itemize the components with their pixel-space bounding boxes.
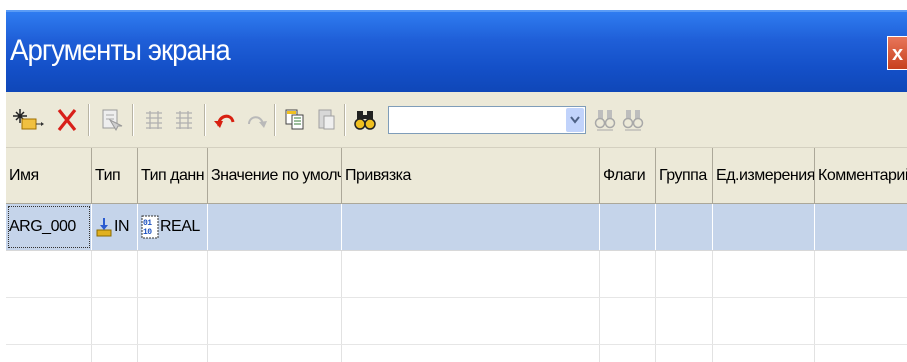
empty-cell[interactable] [342,298,600,344]
empty-cell[interactable] [208,345,342,362]
cell-comment[interactable] [815,204,907,250]
empty-cell[interactable] [92,251,138,297]
column-header-group[interactable]: Группа [656,148,713,203]
find-prev-button[interactable] [620,104,646,136]
grid-alt-button[interactable] [170,104,198,136]
cell-name[interactable]: ARG_000 [6,204,92,250]
cell-binding[interactable] [342,204,600,250]
empty-row[interactable] [6,345,907,362]
title-bar[interactable]: Аргументы экрана x [6,10,907,92]
close-button[interactable]: x [887,36,907,70]
svg-text:10: 10 [143,228,152,237]
redo-icon [248,116,267,128]
find-next-button[interactable] [592,104,618,136]
find-next-icon [594,110,616,131]
empty-cell[interactable] [6,251,92,297]
paste-button[interactable] [312,104,340,136]
toolbar-separator [88,104,90,136]
empty-cell[interactable] [713,298,815,344]
empty-cell[interactable] [600,345,656,362]
undo-icon [214,114,235,128]
empty-cell[interactable] [815,251,907,297]
empty-cell[interactable] [6,345,92,362]
empty-cell[interactable] [138,251,208,297]
copy-icon [285,109,304,130]
toolbar [6,92,907,148]
empty-cell[interactable] [92,298,138,344]
window-title: Аргументы экрана [10,34,231,67]
find-button[interactable] [350,104,382,136]
cell-type-label: IN [114,218,130,235]
empty-cell[interactable] [815,345,907,362]
empty-row[interactable] [6,251,907,298]
delete-icon [57,109,77,131]
column-header-type[interactable]: Тип [92,148,138,203]
toolbar-separator [204,104,206,136]
cell-unit[interactable] [713,204,815,250]
cell-flags[interactable] [600,204,656,250]
empty-cell[interactable] [713,251,815,297]
cell-data-type-label: REAL [160,218,200,235]
column-header-data-type[interactable]: Тип данн [138,148,208,203]
new-button[interactable] [10,104,50,136]
find-icon [354,111,376,130]
combo-dropdown-button[interactable] [566,108,584,132]
empty-cell[interactable] [656,298,713,344]
cell-group[interactable] [656,204,713,250]
delete-button[interactable] [52,104,82,136]
empty-cell[interactable] [138,345,208,362]
table-row[interactable]: ARG_000 IN 01 10 REAL [6,204,907,251]
toolbar-separator [274,104,276,136]
empty-cell[interactable] [208,298,342,344]
new-icon [13,109,44,130]
grid-button[interactable] [140,104,168,136]
column-header-default-value[interactable]: Значение по умолч [208,148,342,203]
column-header-name[interactable]: Имя [6,148,92,203]
empty-row[interactable] [6,298,907,345]
empty-cell[interactable] [342,345,600,362]
copy-button[interactable] [280,104,310,136]
paste-icon [318,109,335,130]
empty-cell[interactable] [600,251,656,297]
grid-header: Имя Тип Тип данн Значение по умолч Привя… [6,148,907,204]
cell-default-value[interactable] [208,204,342,250]
grid-alt-icon [176,111,192,129]
column-header-unit[interactable]: Ед.измерения [713,148,815,203]
column-header-binding[interactable]: Привязка [342,148,600,203]
redo-button[interactable] [242,104,270,136]
empty-cell[interactable] [815,298,907,344]
properties-icon [102,109,123,132]
window-top-edge [0,0,907,10]
empty-cell[interactable] [713,345,815,362]
svg-text:01: 01 [143,219,152,228]
empty-cell[interactable] [92,345,138,362]
undo-button[interactable] [210,104,240,136]
empty-cell[interactable] [656,345,713,362]
empty-cell[interactable] [6,298,92,344]
empty-cell[interactable] [138,298,208,344]
find-prev-icon [622,110,644,131]
cell-data-type[interactable]: 01 10 REAL [138,204,208,250]
cell-type[interactable]: IN [92,204,138,250]
input-arrow-icon [95,216,113,238]
empty-cell[interactable] [342,251,600,297]
chevron-down-icon [570,116,580,124]
grid-icon [146,111,162,129]
arguments-grid: Имя Тип Тип данн Значение по умолч Привя… [6,148,907,362]
properties-button[interactable] [96,104,126,136]
empty-cell[interactable] [208,251,342,297]
column-header-comment[interactable]: Комментарий [815,148,907,203]
binary-data-icon: 01 10 [141,215,159,239]
empty-cell[interactable] [600,298,656,344]
toolbar-separator [344,104,346,136]
search-combo[interactable] [388,106,586,134]
empty-cell[interactable] [656,251,713,297]
toolbar-separator [132,104,134,136]
column-header-flags[interactable]: Флаги [600,148,656,203]
